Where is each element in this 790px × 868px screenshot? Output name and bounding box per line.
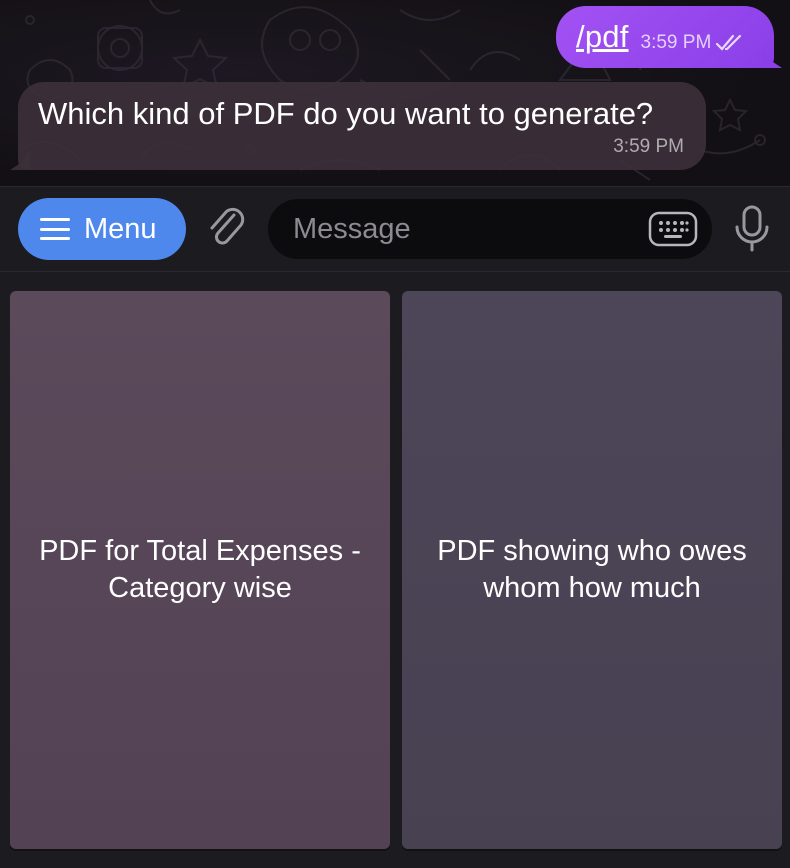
hamburger-icon (40, 218, 70, 240)
keyboard-icon[interactable] (648, 211, 698, 247)
input-bar: Menu (0, 186, 790, 272)
double-check-icon (716, 34, 742, 51)
keyboard-button-who-owes-whom[interactable]: PDF showing who owes whom how much (402, 291, 782, 849)
message-input[interactable] (293, 212, 623, 246)
command-link[interactable]: /pdf (576, 19, 629, 55)
message-time: 3:59 PM (640, 32, 712, 53)
microphone-icon[interactable] (732, 203, 772, 253)
paperclip-icon[interactable] (204, 205, 250, 251)
incoming-message-bubble[interactable]: Which kind of PDF do you want to generat… (10, 82, 706, 170)
menu-label: Menu (84, 212, 157, 245)
menu-button[interactable]: Menu (18, 198, 186, 260)
keyboard-button-category-expenses[interactable]: PDF for Total Expenses - Category wise (10, 291, 390, 849)
message-text: Which kind of PDF do you want to generat… (38, 96, 654, 131)
message-meta: 3:59 PM (641, 32, 746, 54)
bot-keyboard: PDF for Total Expenses - Category wise P… (0, 272, 790, 868)
chat-area: /pdf 3:59 PM Which kind of PDF do you wa… (0, 0, 790, 186)
message-input-field[interactable] (268, 199, 712, 259)
outgoing-message-bubble[interactable]: /pdf 3:59 PM (556, 6, 782, 68)
message-time: 3:59 PM (613, 136, 684, 157)
